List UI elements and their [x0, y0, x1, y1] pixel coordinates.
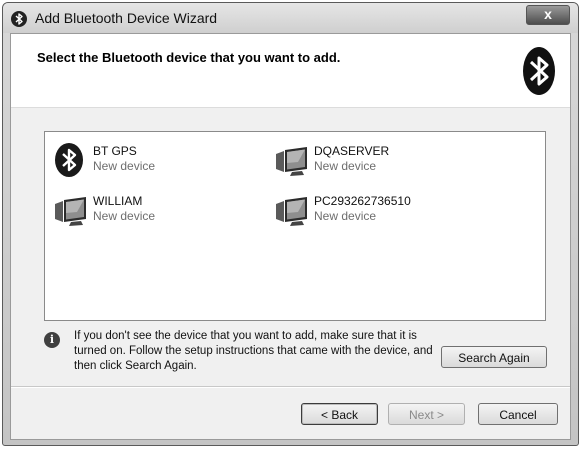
device-item[interactable]: BT GPS New device	[53, 142, 253, 178]
page-title: Select the Bluetooth device that you wan…	[37, 50, 341, 65]
device-list[interactable]: BT GPS New device DQASERVER New device W…	[44, 131, 546, 321]
device-status: New device	[93, 209, 156, 223]
device-item[interactable]: WILLIAM New device	[53, 192, 253, 228]
info-message: If you don't see the device that you wan…	[74, 330, 433, 372]
device-status: New device	[314, 209, 377, 223]
device-name: WILLIAM	[93, 194, 143, 208]
device-name: BT GPS	[93, 144, 137, 158]
close-button[interactable]: x	[526, 5, 570, 25]
cancel-button[interactable]: Cancel	[478, 403, 558, 425]
device-item[interactable]: PC293262736510 New device	[274, 192, 474, 228]
bluetooth-logo-icon	[522, 46, 556, 96]
back-button[interactable]: < Back	[301, 403, 378, 425]
wizard-window: Add Bluetooth Device Wizard x Select the…	[2, 2, 579, 446]
next-button[interactable]: Next >	[388, 403, 465, 425]
computer-icon	[274, 192, 310, 228]
device-status: New device	[314, 159, 377, 173]
device-name: PC293262736510	[314, 194, 411, 208]
window-title: Add Bluetooth Device Wizard	[35, 10, 218, 26]
info-icon: i	[44, 332, 60, 348]
computer-icon	[53, 192, 89, 228]
device-item[interactable]: DQASERVER New device	[274, 142, 474, 178]
search-again-button[interactable]: Search Again	[441, 346, 547, 368]
wizard-header: Select the Bluetooth device that you wan…	[11, 34, 570, 108]
device-name: DQASERVER	[314, 144, 390, 158]
footer-divider	[11, 386, 570, 388]
wizard-body: Select the Bluetooth device that you wan…	[10, 33, 571, 440]
title-bar[interactable]: Add Bluetooth Device Wizard x	[3, 3, 578, 33]
bluetooth-icon	[11, 11, 27, 27]
device-status: New device	[93, 159, 156, 173]
computer-icon	[274, 142, 310, 178]
bluetooth-icon	[53, 142, 89, 178]
